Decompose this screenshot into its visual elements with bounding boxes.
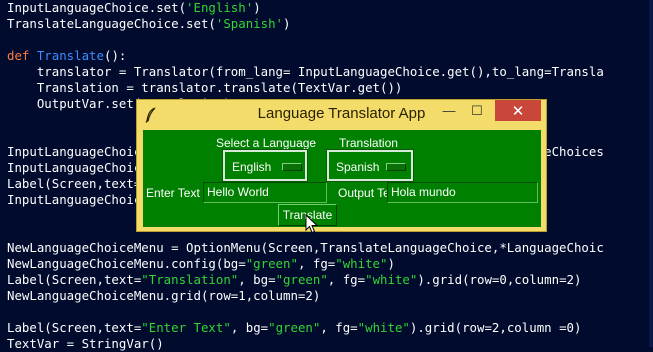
code-token: , bg= [238, 272, 276, 287]
select-language-label: Select a Language [216, 136, 317, 150]
code-token: , fg= [297, 256, 336, 271]
input-text-field[interactable]: Hello World [203, 182, 327, 203]
enter-text-label: Enter Text [146, 186, 200, 200]
maximize-icon: ☐ [471, 102, 483, 118]
code-token: Translation = translator.translate(TextV… [7, 80, 403, 95]
code-line: NewLanguageChoiceMenu = OptionMenu(Scree… [7, 240, 604, 256]
code-token: ).grid(row=0,column=2) [417, 272, 582, 287]
code-line: InputLanguageChoice.set('English') [7, 0, 261, 16]
code-token: NewLanguageChoiceMenu.config(bg= [7, 256, 246, 271]
code-token: Label(Screen,text= [7, 272, 142, 287]
code-token: , fg= [320, 320, 358, 335]
minimize-button[interactable]: — [435, 100, 463, 121]
translation-label: Translation [339, 136, 398, 150]
code-line: translator = Translator(from_lang= Input… [7, 64, 604, 80]
input-language-value: English [232, 160, 272, 174]
code-token: NewLanguageChoiceMenu = OptionMenu(Scree… [7, 240, 604, 255]
minimize-icon: — [442, 103, 456, 118]
code-token: TextVar = StringVar() [7, 336, 164, 351]
code-token: Label(Screen,text= [7, 176, 142, 191]
code-token: def [7, 48, 37, 63]
code-token: , fg= [327, 272, 366, 287]
code-token: "white" [357, 320, 410, 335]
code-token: ).grid(row=2,column =0) [409, 320, 582, 335]
code-token: "green" [275, 272, 328, 287]
code-token: 'English' [186, 0, 254, 15]
code-token: ) [253, 0, 261, 15]
mouse-cursor-icon [305, 214, 319, 234]
code-line: Label(Screen,text="Enter Text", bg="gree… [7, 320, 581, 336]
code-token: "green" [245, 256, 298, 271]
output-text-field[interactable]: Hola mundo [387, 182, 538, 203]
code-token: "white" [365, 272, 418, 287]
output-language-value: Spanish [336, 160, 380, 174]
code-token: "white" [335, 256, 388, 271]
output-language-menu[interactable]: Spanish [326, 149, 414, 182]
code-token: "Enter Text" [141, 320, 231, 335]
code-token: translator = Translator(from_lang= Input… [7, 64, 604, 79]
code-token: InputLanguageChoice.set( [7, 0, 187, 15]
code-token: "Translation" [141, 272, 239, 287]
code-line: TextVar = StringVar() [7, 336, 164, 352]
code-token: Translate [36, 48, 104, 63]
maximize-button[interactable]: ☐ [463, 100, 491, 121]
code-line: def Translate(): [7, 48, 126, 64]
code-token: "green" [268, 320, 321, 335]
code-line: NewLanguageChoiceMenu.grid(row=1,column=… [7, 288, 320, 304]
code-token: 'Spanish' [215, 16, 284, 31]
code-line: Translation = translator.translate(TextV… [7, 80, 403, 96]
code-token: NewLanguageChoiceMenu.grid(row=1,column=… [7, 288, 321, 303]
code-token: ) [283, 16, 291, 31]
close-button[interactable]: ✕ [495, 100, 541, 121]
code-line: TranslateLanguageChoice.set('Spanish') [7, 16, 290, 32]
app-client-area: Select a Language Translation English Sp… [143, 130, 541, 227]
close-icon: ✕ [511, 102, 525, 120]
title-bar[interactable]: Language Translator App — ☐ ✕ [137, 100, 546, 130]
language-translator-window: Language Translator App — ☐ ✕ Select a L… [136, 99, 547, 232]
code-token: Label(Screen,text= [7, 320, 142, 335]
code-token: , bg= [230, 320, 269, 335]
option-indicator-icon [282, 163, 302, 171]
code-line: Label(Screen,text="Translation", bg="gre… [7, 272, 581, 288]
code-line: NewLanguageChoiceMenu.config(bg="green",… [7, 256, 395, 272]
code-token: (): [103, 48, 127, 63]
editor-scrollbar[interactable] [649, 0, 653, 347]
input-language-menu[interactable]: English [222, 149, 308, 182]
option-indicator-icon [386, 163, 406, 171]
code-token: ) [387, 256, 395, 271]
code-token: TranslateLanguageChoice.set( [7, 16, 216, 31]
